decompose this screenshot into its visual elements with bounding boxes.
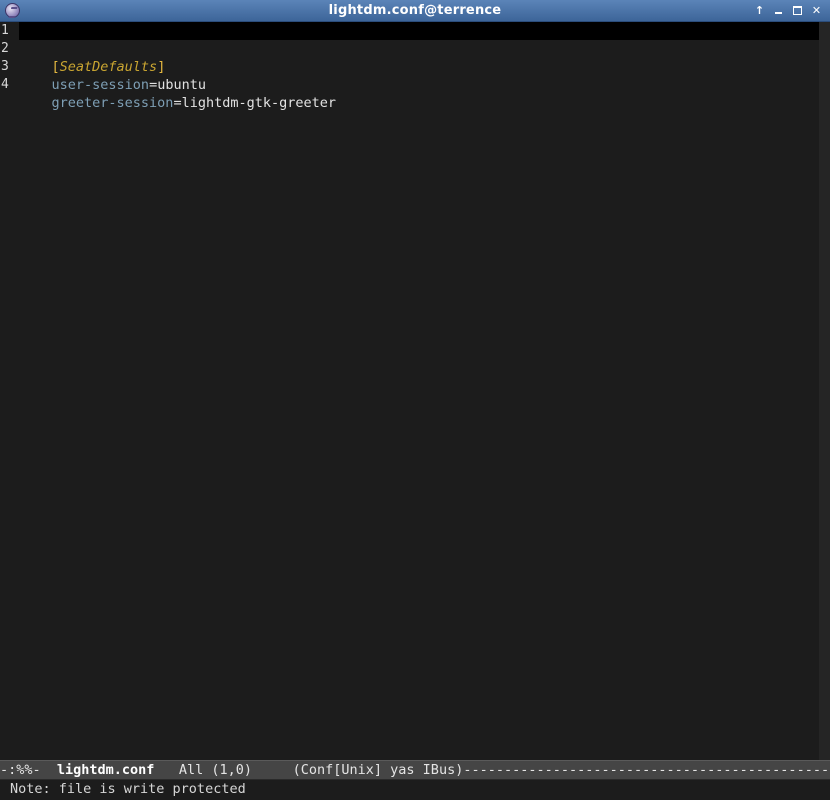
line-number: 2	[1, 41, 9, 56]
mode-line[interactable]: -:%%- lightdm.conf All (1,0) (Conf[Unix]…	[0, 760, 830, 779]
keep-above-button[interactable]: ↑	[752, 3, 767, 19]
window-controls: ↑ ✕	[752, 3, 824, 19]
code-line-greeter-session[interactable]: greeter-session=lightdm-gtk-greeter	[19, 76, 337, 111]
close-button[interactable]: ✕	[809, 3, 824, 19]
current-line-highlight	[19, 22, 819, 40]
modeline-status: -:%%-	[0, 762, 41, 778]
modeline-modes[interactable]: (Conf[Unix] yas IBus)	[293, 762, 464, 778]
modeline-buffer-name[interactable]: lightdm.conf	[57, 762, 155, 778]
code-line-user-session[interactable]: user-session=ubuntu	[19, 58, 206, 93]
line-number-gutter: 1 2 3 4	[0, 22, 12, 760]
minimize-button[interactable]	[771, 3, 786, 19]
maximize-icon	[793, 6, 802, 15]
code-line-section[interactable]: [SeatDefaults]	[19, 40, 166, 75]
emacs-window: lightdm.conf@terrence ↑ ✕ 1 2 3 4 [SeatD…	[0, 0, 830, 800]
config-equals: =	[173, 95, 182, 111]
arrow-up-icon: ↑	[754, 4, 765, 17]
line-number: 4	[1, 77, 9, 92]
maximize-button[interactable]	[790, 3, 805, 19]
title-bar[interactable]: lightdm.conf@terrence ↑ ✕	[0, 0, 830, 22]
modeline-position: All (1,0)	[178, 762, 252, 778]
window-title: lightdm.conf@terrence	[328, 3, 502, 18]
close-icon: ✕	[811, 4, 822, 17]
right-fringe	[819, 22, 830, 760]
modeline-filler: ----------------------------------------…	[463, 762, 830, 778]
text-cursor	[19, 22, 27, 40]
echo-area: Note: file is write protected	[0, 779, 830, 800]
line-number: 3	[1, 59, 9, 74]
line-number: 1	[1, 23, 9, 38]
minimize-icon	[775, 12, 782, 14]
config-key: greeter-session	[51, 95, 174, 111]
editor-text-area[interactable]	[19, 22, 819, 760]
config-value: lightdm-gtk-greeter	[181, 95, 337, 111]
